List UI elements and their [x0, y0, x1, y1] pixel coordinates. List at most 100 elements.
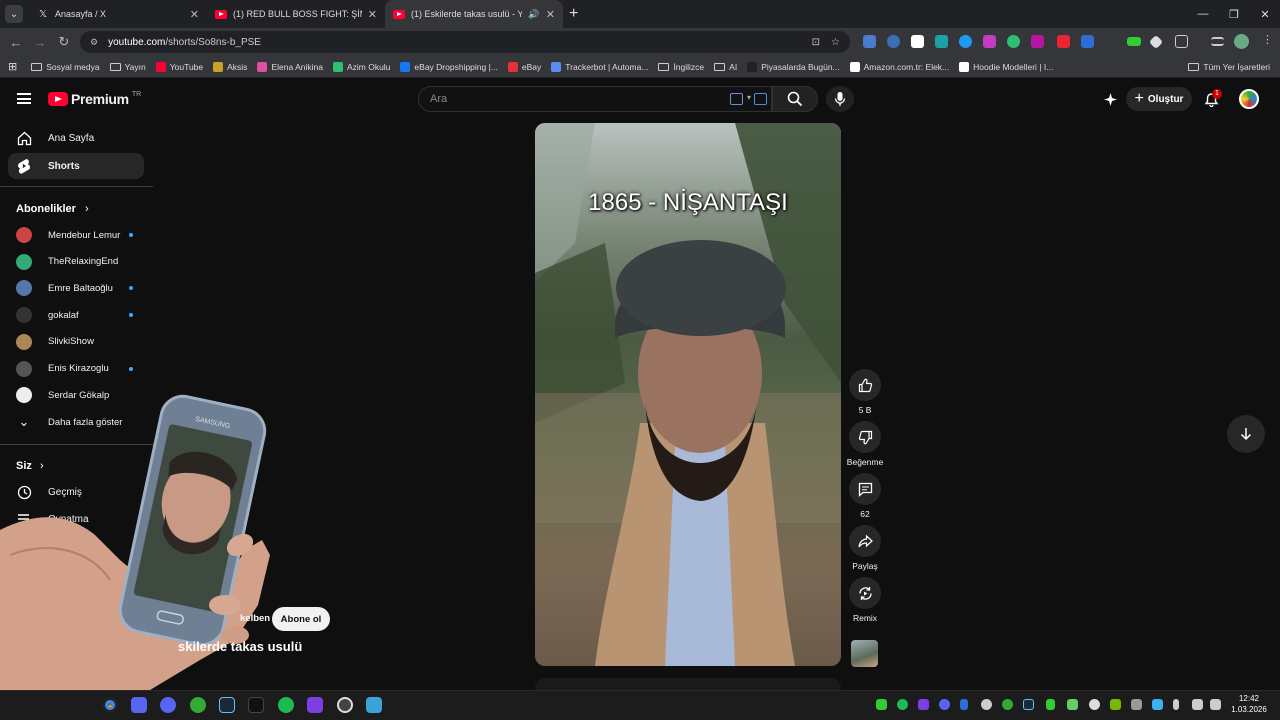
subscription-item[interactable]: SlivkiShow	[16, 332, 136, 352]
youtube-premium-logo[interactable]: Premium TR	[48, 91, 141, 107]
dislike-button[interactable]	[849, 421, 881, 453]
bookmark-item[interactable]: eBay	[507, 61, 541, 72]
tab-search-button[interactable]: ⌄	[5, 5, 23, 23]
share-button[interactable]	[849, 525, 881, 557]
tab-close-icon[interactable]: ✕	[368, 8, 377, 21]
extension-icon-2[interactable]	[887, 35, 900, 48]
tray-icon-7[interactable]	[1002, 699, 1013, 710]
next-short-button[interactable]	[1227, 415, 1265, 453]
address-bar[interactable]: ⚙ youtube.com/shorts/So8ns-b_PSE ⊡ ☆	[80, 31, 850, 53]
bookmark-item[interactable]: Trackerbot | Automa...	[551, 61, 648, 72]
bookmark-item[interactable]: Piyasalarda Bugün...	[747, 61, 840, 72]
spotify-taskbar-icon[interactable]	[278, 697, 294, 713]
speaker-icon[interactable]: 🔊	[528, 8, 540, 20]
app-taskbar-icon-6[interactable]	[248, 697, 264, 713]
search-input[interactable]: Ara ▾	[418, 86, 772, 112]
tab-close-icon[interactable]: ✕	[546, 8, 555, 21]
subscription-item[interactable]: gokalaf	[16, 305, 136, 325]
hamburger-menu-icon[interactable]	[17, 93, 31, 104]
tray-icon-1[interactable]	[876, 699, 887, 710]
app-taskbar-icon-10[interactable]	[366, 697, 382, 713]
tray-network-icon[interactable]	[1192, 699, 1203, 710]
apps-grid-icon[interactable]: ⊞	[8, 60, 17, 73]
browser-tab-2[interactable]: (1) RED BULL BOSS FIGHT: ŞİMŞ ✕	[207, 0, 385, 28]
forward-button[interactable]: →	[28, 35, 52, 50]
subscriptions-heading[interactable]: Abonelikler ›	[16, 203, 89, 215]
extension-icon-10[interactable]	[1081, 35, 1094, 48]
tray-icon-11[interactable]	[1089, 699, 1100, 710]
tray-icon-3[interactable]	[918, 699, 929, 710]
profile-avatar-icon[interactable]	[1234, 34, 1249, 49]
back-button[interactable]: ←	[4, 35, 28, 50]
bookmark-item[interactable]: Elena Anikina	[257, 61, 323, 72]
reading-list-icon[interactable]	[1211, 37, 1224, 46]
create-button[interactable]: + Oluştur	[1126, 87, 1192, 111]
tray-bluetooth-icon[interactable]	[960, 699, 968, 710]
notifications-bell-icon[interactable]: 1	[1203, 89, 1222, 108]
site-info-icon[interactable]: ⚙	[90, 37, 98, 48]
tray-nvidia-icon[interactable]	[1110, 699, 1121, 710]
steam-taskbar-icon[interactable]	[219, 697, 235, 713]
app-taskbar-icon-8[interactable]	[307, 697, 323, 713]
discord-taskbar-icon[interactable]	[160, 697, 176, 713]
extension-icon-3[interactable]	[911, 35, 924, 48]
bookmark-star-icon[interactable]: ☆	[831, 37, 840, 48]
reload-button[interactable]: ↻	[52, 34, 76, 50]
extension-icon-7[interactable]	[1007, 35, 1020, 48]
restore-button[interactable]: ❐	[1217, 0, 1251, 28]
tray-spotify-icon[interactable]	[897, 699, 908, 710]
tray-discord-icon[interactable]	[939, 699, 950, 710]
taskbar-clock[interactable]: 12:42 1.03.2026	[1226, 693, 1272, 715]
bookmark-item[interactable]: Sosyal medya	[31, 62, 100, 72]
new-tab-button[interactable]: +	[569, 5, 578, 23]
extension-icon-4[interactable]	[935, 35, 948, 48]
account-avatar[interactable]	[1239, 89, 1259, 109]
subscription-item[interactable]: Enis Kirazoglu	[16, 359, 136, 379]
keyboard-icon[interactable]	[730, 93, 743, 105]
bookmark-item[interactable]: eBay Dropshipping |...	[400, 61, 498, 72]
subscribe-button[interactable]: Abone ol	[272, 607, 330, 631]
kebab-menu-icon[interactable]: ⋮	[1262, 33, 1275, 46]
browser-tab-1[interactable]: 𝕏 Anasayfa / X ✕	[29, 0, 207, 28]
comments-button[interactable]	[849, 473, 881, 505]
bookmark-item[interactable]: Azim Okulu	[332, 61, 390, 72]
subscription-item[interactable]: Mendebur Lemur	[16, 225, 136, 245]
tray-steam-icon[interactable]	[1023, 699, 1034, 710]
tab-close-icon[interactable]: ✕	[190, 8, 199, 21]
bookmark-item[interactable]: Aksis	[213, 61, 247, 72]
bookmark-item[interactable]: Hoodie Modelleri | I...	[959, 61, 1053, 72]
tray-microphone-icon[interactable]	[1173, 699, 1179, 710]
all-bookmarks-button[interactable]: Tüm Yer İşaretleri	[1188, 62, 1270, 72]
sidebar-item-shorts[interactable]: Shorts	[8, 153, 144, 179]
short-video-player[interactable]: 1865 - NİŞANTAŞI	[535, 123, 841, 666]
chrome-taskbar-icon[interactable]	[102, 697, 118, 713]
dropdown-caret-icon[interactable]: ▾	[747, 93, 751, 102]
tray-volume-icon[interactable]	[1210, 699, 1221, 710]
extension-icon-5[interactable]	[959, 35, 972, 48]
bookmark-item[interactable]: YouTube	[155, 61, 203, 72]
remix-button[interactable]	[849, 577, 881, 609]
extension-icon-9[interactable]	[1057, 35, 1070, 48]
extension-icon-11[interactable]	[1127, 37, 1141, 46]
extension-icon-8[interactable]	[1031, 35, 1044, 48]
sparkle-ai-icon[interactable]	[1103, 92, 1118, 107]
channel-name[interactable]: kelben	[240, 613, 270, 624]
sound-thumbnail[interactable]	[851, 640, 878, 667]
subscription-item[interactable]: TheRelaxingEnd	[16, 252, 136, 272]
bookmark-item[interactable]: Yayın	[109, 62, 146, 72]
like-button[interactable]	[849, 369, 881, 401]
app-taskbar-icon-9[interactable]	[337, 697, 353, 713]
sidebar-item-home[interactable]: Ana Sayfa	[8, 125, 144, 151]
app-taskbar-icon-2[interactable]	[131, 697, 147, 713]
screen-search-icon[interactable]	[754, 93, 767, 105]
extensions-puzzle-icon[interactable]	[1175, 35, 1188, 48]
search-button[interactable]	[772, 86, 818, 112]
bookmark-item[interactable]: İngilizce	[658, 62, 704, 72]
tray-icon-13[interactable]	[1131, 699, 1142, 710]
browser-tab-3[interactable]: (1) Eskilerde takas usulü - Y 🔊 ✕	[385, 0, 563, 28]
tray-icon-14[interactable]	[1152, 699, 1163, 710]
tray-icon-6[interactable]	[981, 699, 992, 710]
bookmark-item[interactable]: Amazon.com.tr: Elek...	[849, 61, 949, 72]
tray-icon-9[interactable]	[1046, 699, 1055, 710]
subscription-item[interactable]: Emre Baltaoğlu	[16, 278, 136, 298]
